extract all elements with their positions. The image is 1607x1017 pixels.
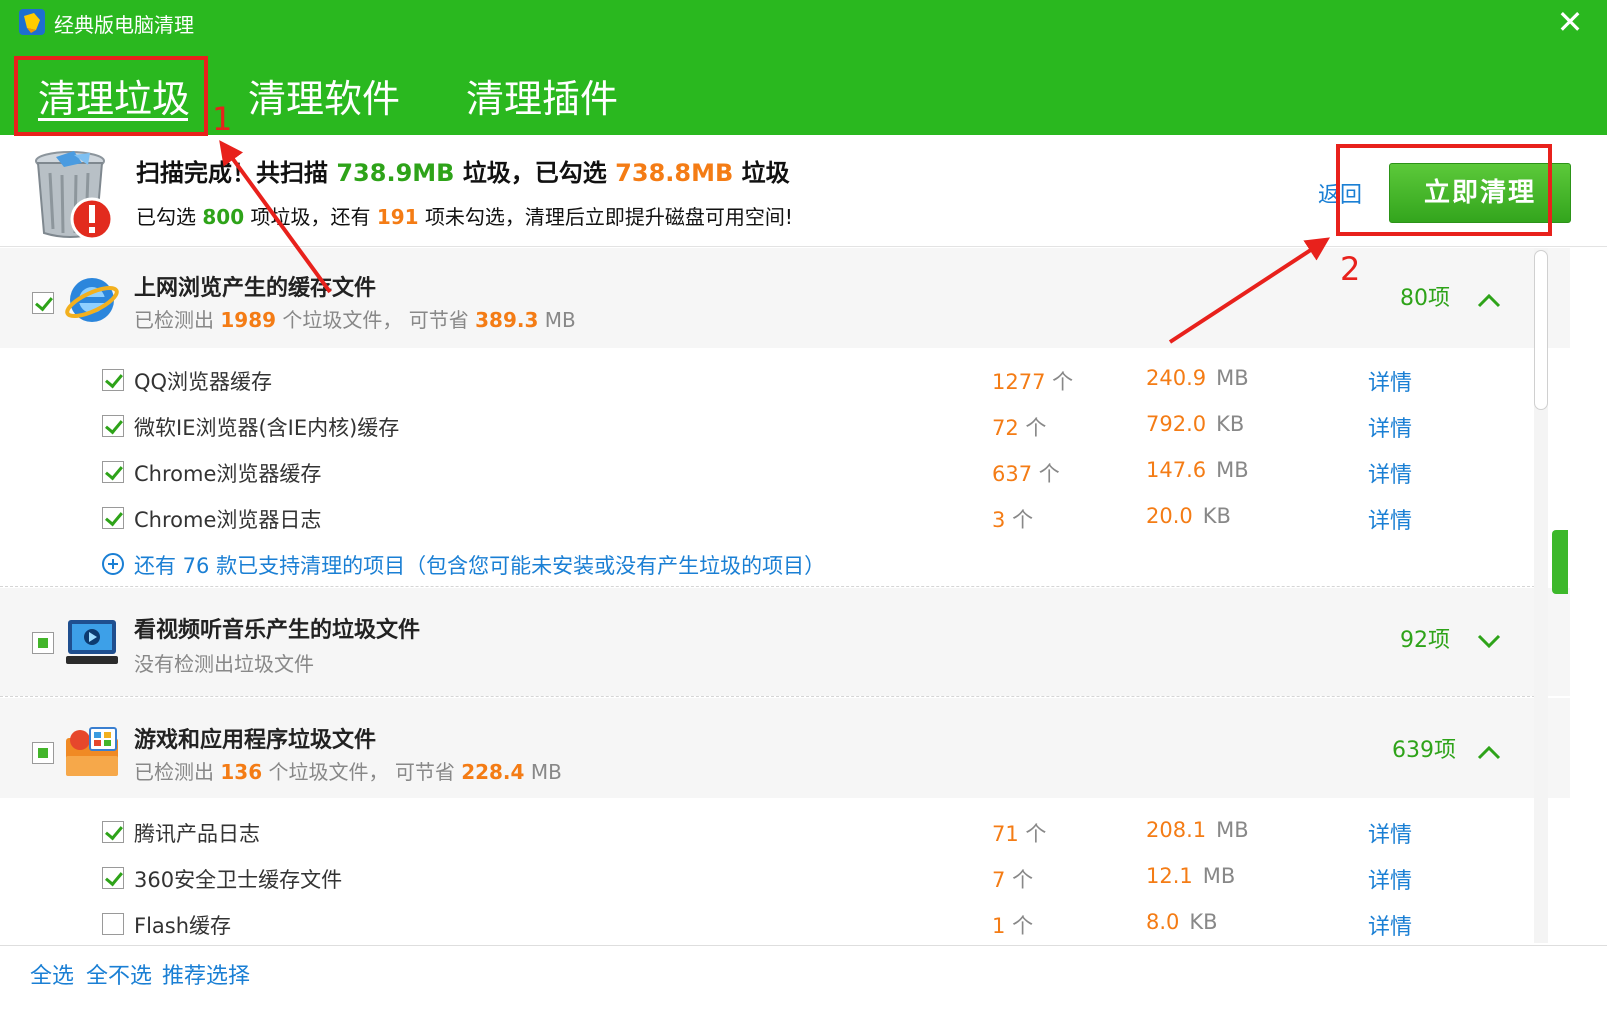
group-checkbox[interactable] [32,632,54,654]
footer-bar: 全选 全不选 推荐选择 [0,945,1607,1017]
scanned-size: 738.9MB [336,159,455,187]
annotation-number-2: 2 [1340,250,1361,288]
close-icon[interactable]: ✕ [1552,4,1588,40]
group-title: 游戏和应用程序垃圾文件 [134,728,377,753]
group-title: 上网浏览产生的缓存文件 [134,276,377,301]
group-title: 看视频听音乐产生的垃圾文件 [134,618,421,643]
group-divider [0,696,1540,697]
item-size: 240.9 MB [1146,366,1249,390]
selected-size: 738.8MB [615,159,734,187]
group-header-media-junk[interactable]: 看视频听音乐产生的垃圾文件 没有检测出垃圾文件 92项 [0,588,1570,696]
item-count: 71 个 [992,822,1047,846]
selected-items-count: 800 [202,205,245,229]
item-checkbox[interactable] [102,415,124,437]
group-item-count: 639项 [1392,738,1456,763]
item-count: 1277 个 [992,370,1074,394]
item-checkbox[interactable] [102,867,124,889]
item-size: 208.1 MB [1146,818,1249,842]
tab-clean-plugins[interactable]: 清理插件 [466,68,618,123]
item-size: 20.0 KB [1146,504,1231,528]
group-header-apps-junk[interactable]: 游戏和应用程序垃圾文件 已检测出 136 个垃圾文件， 可节省 228.4 MB… [0,698,1570,798]
detail-link[interactable]: 详情 [1368,365,1412,397]
item-size: 8.0 KB [1146,910,1218,934]
item-count: 3 个 [992,508,1034,532]
group-item-count: 80项 [1400,286,1450,311]
detail-link[interactable]: 详情 [1368,411,1412,443]
expand-plus-icon[interactable] [102,553,124,575]
group-checkbox[interactable] [32,292,54,314]
annotation-box-2 [1336,144,1552,236]
item-label: Chrome浏览器缓存 [134,462,322,486]
detail-link[interactable]: 详情 [1368,503,1412,535]
more-supported-items-link[interactable]: 还有 76 款已支持清理的项目（包含您可能未安装或没有产生垃圾的项目） [134,550,825,580]
annotation-box-1 [14,56,208,136]
video-player-icon [66,620,118,664]
trash-warning-icon [35,151,114,241]
recommended-select-link[interactable]: 推荐选择 [162,958,250,990]
annotation-number-1: 1 [212,100,233,138]
detail-link[interactable]: 详情 [1368,817,1412,849]
item-checkbox[interactable] [102,369,124,391]
item-checkbox[interactable] [102,507,124,529]
item-label: 微软IE浏览器(含IE内核)缓存 [134,416,400,440]
group-checkbox[interactable] [32,742,54,764]
app-logo-icon [19,9,45,35]
item-checkbox[interactable] [102,913,124,935]
ie-browser-icon [65,278,119,322]
item-checkbox[interactable] [102,461,124,483]
item-size: 147.6 MB [1146,458,1249,482]
group-item-count: 92项 [1400,628,1450,653]
group-description: 已检测出 1989 个垃圾文件， 可节省 389.3 MB [134,308,576,332]
selection-status-line: 已勾选 800 项垃圾，还有 191 项未勾选，清理后立即提升磁盘可用空间! [136,205,793,229]
unselected-items-count: 191 [376,205,419,229]
chevron-up-icon[interactable] [1474,286,1504,316]
select-all-link[interactable]: 全选 [30,958,74,990]
chevron-up-icon[interactable] [1474,738,1504,768]
apps-folder-icon [66,727,118,776]
item-size: 12.1 MB [1146,864,1236,888]
item-count: 637 个 [992,462,1060,486]
item-label: QQ浏览器缓存 [134,370,273,394]
item-label: 360安全卫士缓存文件 [134,868,343,892]
group-header-browser-cache[interactable]: 上网浏览产生的缓存文件 已检测出 1989 个垃圾文件， 可节省 389.3 M… [0,248,1570,348]
detail-link[interactable]: 详情 [1368,909,1412,941]
select-none-link[interactable]: 全不选 [86,958,152,990]
item-count: 7 个 [992,868,1034,892]
window-title: 经典版电脑清理 [54,13,194,37]
detail-link[interactable]: 详情 [1368,457,1412,489]
scan-result-line: 扫描完成！共扫描 738.9MB 垃圾，已勾选 738.8MB 垃圾 [136,159,790,187]
item-checkbox[interactable] [102,821,124,843]
item-count: 1 个 [992,914,1034,938]
item-label: Chrome浏览器日志 [134,508,322,532]
side-expand-tab[interactable] [1552,530,1568,594]
detail-link[interactable]: 详情 [1368,863,1412,895]
group-description: 没有检测出垃圾文件 [134,652,314,676]
group-divider [0,586,1540,587]
group-description: 已检测出 136 个垃圾文件， 可节省 228.4 MB [134,760,562,784]
title-bar: 经典版电脑清理 ✕ 清理垃圾 清理软件 清理插件 [0,0,1607,135]
chevron-down-icon[interactable] [1474,626,1504,656]
tab-clean-software[interactable]: 清理软件 [248,68,400,123]
item-label: 腾讯产品日志 [134,822,260,846]
item-size: 792.0 KB [1146,412,1245,436]
item-label: Flash缓存 [134,914,232,938]
scrollbar-thumb[interactable] [1534,250,1548,410]
junk-category-list: 上网浏览产生的缓存文件 已检测出 1989 个垃圾文件， 可节省 389.3 M… [0,248,1570,968]
item-count: 72 个 [992,416,1047,440]
